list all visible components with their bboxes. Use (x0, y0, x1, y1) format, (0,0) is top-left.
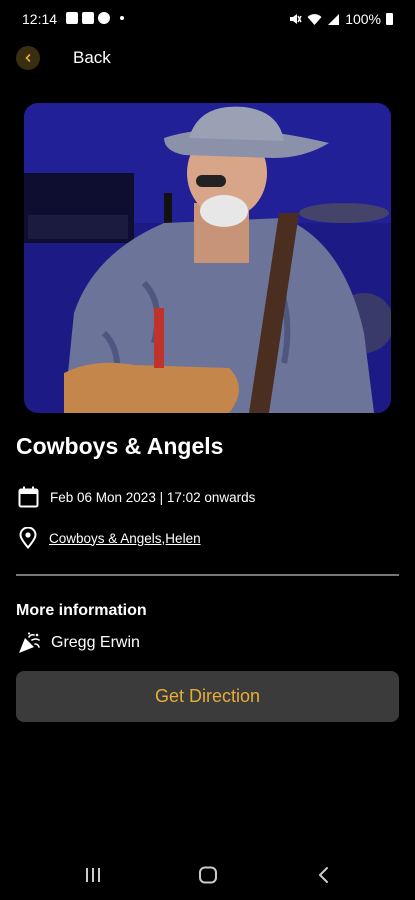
mute-icon (290, 14, 302, 24)
party-popper-icon (19, 632, 40, 653)
wifi-icon (307, 13, 322, 25)
gallery-icon (66, 12, 78, 24)
concert-photo (24, 103, 391, 413)
home-icon[interactable] (198, 866, 218, 884)
event-location-row[interactable]: Cowboys & Angels,Helen (18, 527, 201, 549)
cloud-icon (98, 12, 110, 24)
system-nav-bar (0, 858, 415, 898)
event-image (24, 103, 391, 413)
back-nav-icon[interactable] (316, 866, 332, 884)
more-info-heading: More information (16, 602, 147, 619)
status-right: 100% (288, 11, 393, 27)
calendar-icon (18, 486, 39, 508)
check-icon (82, 12, 94, 24)
status-left-icons (66, 12, 124, 24)
battery-icon (386, 13, 393, 25)
location-pin-icon (19, 527, 37, 549)
notification-dot-icon (120, 16, 124, 20)
back-button[interactable]: Back (16, 46, 111, 70)
status-time: 12:14 (22, 11, 58, 27)
event-date: Feb 06 Mon 2023 | 17:02 onwards (50, 489, 256, 505)
event-title: Cowboys & Angels (16, 433, 224, 459)
back-circle[interactable] (16, 46, 40, 70)
back-label[interactable]: Back (73, 48, 111, 68)
battery-percent: 100% (345, 11, 381, 27)
event-date-row: Feb 06 Mon 2023 | 17:02 onwards (18, 486, 255, 508)
status-bar: 12:14 100% (0, 0, 415, 38)
recents-icon[interactable] (84, 866, 102, 884)
artist-row: Gregg Erwin (18, 632, 140, 654)
signal-icon (328, 13, 340, 25)
get-direction-button[interactable]: Get Direction (16, 671, 399, 722)
event-location-link[interactable]: Cowboys & Angels,Helen (49, 531, 201, 546)
artist-name: Gregg Erwin (51, 634, 140, 651)
divider (16, 574, 399, 576)
chevron-left-icon (25, 54, 31, 62)
